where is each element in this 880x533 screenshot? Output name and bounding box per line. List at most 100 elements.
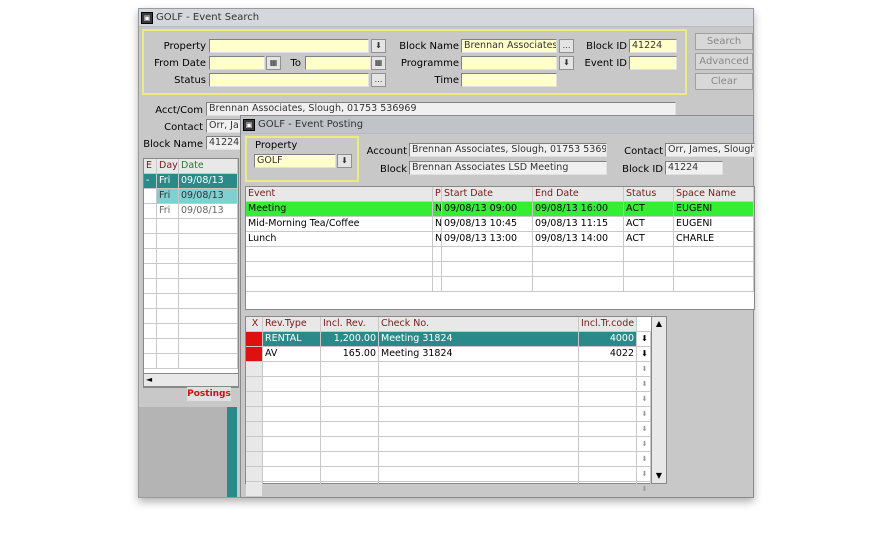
- event-start: 09/08/13 09:00: [442, 202, 533, 216]
- trcode-lov-button[interactable]: ⬇: [637, 332, 651, 346]
- col-x: X: [246, 317, 263, 331]
- delete-marker[interactable]: [246, 332, 263, 346]
- search-window-title: GOLF - Event Search: [156, 12, 260, 23]
- delete-marker[interactable]: [246, 347, 263, 361]
- property-input[interactable]: [209, 39, 369, 53]
- rev-type: AV: [263, 347, 321, 361]
- revenue-vscrollbar[interactable]: ▲ ▼: [651, 316, 667, 484]
- posting-titlebar: ▣ GOLF - Event Posting: [241, 116, 753, 134]
- list-item[interactable]: Fri 09/08/13: [144, 189, 238, 204]
- search-titlebar: ▣ GOLF - Event Search: [139, 9, 753, 27]
- posting-property-input[interactable]: GOLF: [254, 154, 336, 168]
- app-icon: ▣: [243, 118, 255, 131]
- event-end: 09/08/13 16:00: [533, 202, 624, 216]
- list-item[interactable]: Fri 09/08/13: [144, 204, 238, 219]
- search-lower-accent: [227, 407, 237, 497]
- scroll-up-icon[interactable]: ▲: [652, 317, 666, 331]
- event-list-grid: E Day Date - Fri 09/08/13 Fri 09/08/13 F…: [143, 158, 239, 388]
- table-row[interactable]: Meeting N 09/08/13 09:00 09/08/13 16:00 …: [246, 202, 754, 217]
- block-id-input[interactable]: 41224: [629, 39, 677, 53]
- posting-contact-value: Orr, James, Slough: [665, 143, 755, 157]
- block-label: Block: [379, 164, 407, 175]
- posting-blockid-value: 41224: [665, 161, 723, 175]
- acct-value: Brennan Associates, Slough, 01753 536969: [206, 102, 676, 116]
- block-name-info-label: Block Name: [143, 139, 203, 150]
- col-status: Status: [624, 187, 674, 201]
- event-id-input[interactable]: [629, 56, 677, 70]
- list-hscrollbar[interactable]: ◄: [143, 373, 239, 387]
- event-p: N: [435, 202, 442, 216]
- list-item[interactable]: - Fri 09/08/13: [144, 174, 238, 189]
- col-p: P: [433, 187, 442, 201]
- list-day: Fri: [157, 174, 179, 188]
- rev-trcode: 4022: [579, 347, 637, 361]
- table-row[interactable]: Lunch N 09/08/13 13:00 09/08/13 14:00 AC…: [246, 232, 754, 247]
- table-row[interactable]: Mid-Morning Tea/Coffee N 09/08/13 10:45 …: [246, 217, 754, 232]
- posting-property-lov-button[interactable]: ⬇: [337, 154, 352, 168]
- event-end: 09/08/13 14:00: [533, 232, 624, 246]
- block-name-lov-button[interactable]: …: [559, 39, 574, 53]
- event-posting-window: ▣ GOLF - Event Posting Property GOLF ⬇ A…: [240, 115, 755, 498]
- scroll-down-icon[interactable]: ▼: [652, 469, 666, 483]
- list-day: Fri: [157, 204, 179, 218]
- col-incl-tr-code: Incl.Tr.code: [579, 317, 637, 331]
- event-space: CHARLE: [674, 232, 754, 246]
- revenue-header: X Rev.Type Incl. Rev. Check No. Incl.Tr.…: [246, 317, 654, 332]
- col-incl-rev: Incl. Rev.: [321, 317, 379, 331]
- col-check-no: Check No.: [379, 317, 579, 331]
- list-date: 09/08/13: [179, 174, 238, 188]
- col-day: Day: [157, 159, 179, 173]
- event-name: Meeting: [246, 202, 433, 216]
- postings-button[interactable]: Postings: [187, 387, 231, 401]
- event-p: N: [435, 217, 442, 231]
- app-icon: ▣: [141, 11, 153, 24]
- col-rev-type: Rev.Type: [263, 317, 321, 331]
- rev-trcode: 4000: [579, 332, 637, 346]
- advanced-button[interactable]: Advanced: [695, 53, 753, 70]
- list-date: 09/08/13: [179, 189, 238, 203]
- table-row[interactable]: RENTAL 1,200.00 Meeting 31824 4000 ⬇: [246, 332, 654, 347]
- rev-incl: 165.00: [321, 347, 379, 361]
- event-status: ACT: [624, 202, 674, 216]
- time-label: Time: [434, 75, 459, 86]
- event-end: 09/08/13 11:15: [533, 217, 624, 231]
- posting-blockid-label: Block ID: [622, 164, 663, 175]
- col-end-date: End Date: [533, 187, 624, 201]
- col-event: Event: [246, 187, 433, 201]
- time-input[interactable]: [461, 73, 557, 87]
- search-button[interactable]: Search: [695, 33, 753, 50]
- status-label: Status: [174, 75, 206, 86]
- account-label: Account: [366, 146, 407, 157]
- revenue-grid: X Rev.Type Incl. Rev. Check No. Incl.Tr.…: [245, 316, 655, 497]
- event-list-header: E Day Date: [144, 159, 238, 174]
- trcode-lov-button[interactable]: ⬇: [637, 347, 651, 361]
- block-value: Brennan Associates LSD Meeting: [409, 161, 607, 175]
- posting-window-title: GOLF - Event Posting: [258, 119, 364, 130]
- from-date-input[interactable]: [209, 56, 265, 70]
- event-status: ACT: [624, 232, 674, 246]
- event-status: ACT: [624, 217, 674, 231]
- clear-button[interactable]: Clear: [695, 73, 753, 90]
- programme-lov-button[interactable]: ⬇: [559, 56, 574, 70]
- acct-label: Acct/Com: [155, 105, 203, 116]
- rev-check: Meeting 31824: [379, 332, 579, 346]
- rev-incl: 1,200.00: [321, 332, 379, 346]
- status-input[interactable]: [209, 73, 369, 87]
- to-label: To: [290, 58, 301, 69]
- table-row[interactable]: AV 165.00 Meeting 31824 4022 ⬇: [246, 347, 654, 362]
- search-lower-panel: [139, 407, 235, 497]
- to-date-input[interactable]: [305, 56, 371, 70]
- list-date: 09/08/13: [179, 204, 238, 218]
- block-name-input[interactable]: Brennan Associates: [461, 39, 557, 53]
- block-name-label: Block Name: [399, 41, 459, 52]
- programme-input[interactable]: [461, 56, 557, 70]
- event-id-label: Event ID: [584, 58, 627, 69]
- event-name: Lunch: [246, 232, 433, 246]
- list-day: Fri: [157, 189, 179, 203]
- scroll-left-icon[interactable]: ◄: [144, 375, 152, 384]
- event-start: 09/08/13 10:45: [442, 217, 533, 231]
- contact-label: Contact: [164, 122, 203, 133]
- col-start-date: Start Date: [442, 187, 533, 201]
- programme-label: Programme: [400, 58, 459, 69]
- events-grid: Event P Start Date End Date Status Space…: [245, 186, 755, 310]
